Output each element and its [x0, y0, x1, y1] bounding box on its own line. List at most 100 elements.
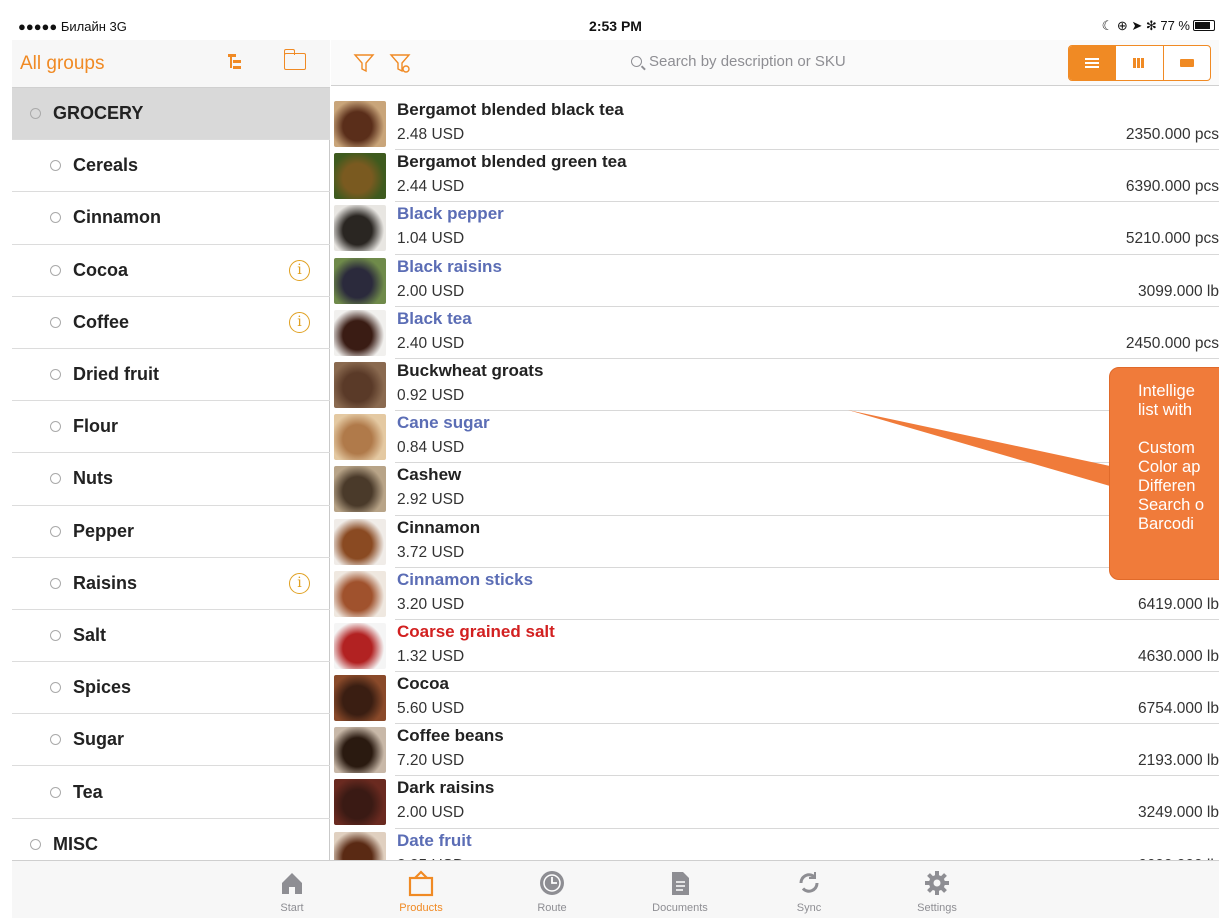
product-price: 2.00 USD [397, 804, 465, 822]
product-row[interactable]: Date fruit2.25 USD6600.000 lb [331, 829, 1219, 860]
product-price: 2.00 USD [397, 282, 465, 300]
product-name: Cinnamon [397, 517, 481, 537]
radio-icon [50, 525, 61, 537]
callout-line: Barcodi [1138, 515, 1194, 533]
radio-icon [50, 734, 61, 746]
product-price: 1.32 USD [397, 647, 465, 665]
info-icon[interactable]: i [289, 259, 310, 281]
product-thumbnail [334, 101, 386, 147]
product-name: Black raisins [397, 256, 502, 276]
product-quantity: 2350.000 pcs [1125, 126, 1219, 143]
folder-icon[interactable] [283, 49, 306, 70]
product-thumbnail [334, 309, 386, 356]
product-thumbnail [334, 205, 386, 252]
callout-line: Custom [1138, 439, 1195, 457]
info-icon[interactable]: i [289, 572, 310, 594]
group-item-cereals[interactable]: Cereals [12, 140, 330, 193]
group-label: Nuts [73, 468, 113, 489]
group-item-grocery[interactable]: GROCERY [12, 88, 330, 141]
product-price: 2.40 USD [397, 334, 465, 352]
group-item-nuts[interactable]: Nuts [12, 453, 330, 506]
group-label: Dried fruit [73, 364, 160, 385]
product-row[interactable]: Buckwheat groats 0.92 USD [331, 359, 1219, 412]
group-item-tea[interactable]: Tea [12, 766, 330, 819]
search-input[interactable]: Search by description or SKU [631, 53, 931, 70]
info-icon[interactable]: i [289, 311, 310, 333]
product-quantity: 6419.000 lb [1137, 595, 1219, 613]
product-price: 2.48 USD [397, 126, 465, 143]
product-name: Coffee beans [397, 726, 504, 746]
group-item-dried-fruit[interactable]: Dried fruit [12, 349, 330, 402]
tab-label: Settings [917, 902, 957, 914]
product-row[interactable]: Cinnamon 3.72 USD [331, 516, 1219, 568]
card-view-button[interactable] [1164, 46, 1210, 80]
product-row[interactable]: Black tea 2.40 USD 2450.000 pcs [331, 307, 1219, 359]
tab-products[interactable]: Products [381, 861, 461, 918]
radio-icon [30, 108, 41, 120]
product-row[interactable]: Bergamot blended green tea 2.44 USD 6390.0… [331, 150, 1219, 203]
product-price: 3.20 USD [397, 595, 465, 613]
gear-icon [923, 869, 951, 897]
product-row[interactable]: Cinnamon sticks 3.20 USD 6419.000 lb [331, 568, 1219, 620]
group-label: Spices [73, 677, 132, 698]
list-view-button[interactable] [1069, 46, 1117, 80]
group-label: Cereals [73, 155, 139, 176]
group-item-cocoa[interactable]: Cocoa i [12, 245, 330, 297]
group-item-pepper[interactable]: Pepper [12, 506, 330, 558]
group-item-coffee[interactable]: Coffee i [12, 297, 330, 349]
product-name: Cinnamon sticks [397, 569, 534, 589]
group-item-salt[interactable]: Salt [12, 610, 330, 663]
filter-icon[interactable] [353, 52, 375, 74]
grid-view-button[interactable] [1116, 46, 1164, 80]
status-bar: ●●●●● Билайн 3G 2:53 PM ☾ ⊕ ➤ ✻ 77 % [12, 14, 1219, 40]
product-thumbnail [334, 153, 386, 200]
product-thumbnail [334, 518, 386, 565]
product-row[interactable]: Cocoa 5.60 USD 6754.000 lb [331, 672, 1219, 725]
filter-settings-icon[interactable] [389, 52, 411, 74]
group-label: Coffee [73, 311, 130, 332]
radio-icon [50, 421, 61, 433]
product-name: Cocoa [397, 674, 449, 694]
product-name: Date fruit [397, 830, 472, 850]
home-icon [278, 869, 306, 897]
product-quantity: 2450.000 pcs [1125, 334, 1219, 352]
product-row[interactable]: Black pepper 1.04 USD 5210.000 pcs [331, 202, 1219, 255]
group-item-sugar[interactable]: Sugar [12, 714, 330, 767]
tab-settings[interactable]: Settings [897, 861, 977, 918]
product-row[interactable]: Black raisins 2.00 USD 3099.000 lb [331, 255, 1219, 307]
tab-sync[interactable]: Sync [769, 861, 849, 918]
box-icon [407, 869, 435, 897]
product-row[interactable]: Dark raisins 2.00 USD 3249.000 lb [331, 776, 1219, 829]
tab-route[interactable]: Route [512, 861, 592, 918]
callout-line: Color ap [1138, 458, 1201, 476]
sidebar-header: All groups [12, 40, 330, 88]
all-groups-button[interactable]: All groups [20, 53, 105, 75]
groups-sidebar: All groups GROCERY Cereals Cinnamon Cocoa i C… [12, 40, 330, 871]
tree-view-icon[interactable] [228, 54, 244, 74]
radio-icon [50, 369, 61, 381]
callout-line: Intellige [1138, 382, 1195, 400]
radio-icon [50, 316, 61, 328]
product-row[interactable]: Coffee beans 7.20 USD 2193.000 lb [331, 724, 1219, 777]
group-label: Pepper [73, 520, 135, 541]
tab-documents[interactable]: Documents [640, 861, 720, 918]
product-name: Cashew [397, 465, 462, 485]
group-item-flour[interactable]: Flour [12, 401, 330, 454]
product-quantity: 5210.000 pcs [1125, 230, 1219, 248]
callout-pointer [848, 410, 1110, 486]
product-row[interactable]: Coarse grained salt 1.32 USD 4630.000 lb [331, 620, 1219, 673]
status-icons: ☾ ⊕ ➤ ✻ 77 % [1101, 18, 1190, 33]
group-item-raisins[interactable]: Raisins i [12, 558, 330, 610]
product-name: Bergamot blended black tea [397, 100, 624, 119]
product-toolbar: Search by description or SKU [331, 40, 1219, 86]
product-name: Cane sugar [397, 413, 490, 433]
view-mode-segmented-control [1068, 45, 1211, 81]
search-placeholder: Search by description or SKU [649, 53, 846, 70]
group-item-spices[interactable]: Spices [12, 662, 330, 715]
product-row[interactable]: Bergamot blended black tea 2.48 USD 2350.0… [331, 98, 1219, 151]
group-item-cinnamon[interactable]: Cinnamon [12, 192, 330, 245]
radio-icon [30, 838, 41, 850]
battery-icon [1193, 20, 1215, 31]
tab-start[interactable]: Start [252, 861, 332, 918]
product-name: Dark raisins [397, 778, 495, 798]
